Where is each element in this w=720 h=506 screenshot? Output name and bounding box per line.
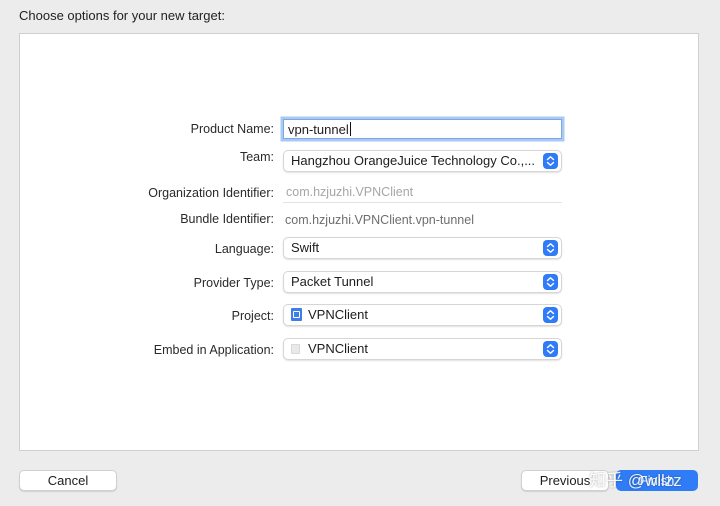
team-value: Hangzhou OrangeJuice Technology Co.,... — [291, 153, 536, 168]
cancel-button[interactable]: Cancel — [19, 470, 117, 491]
chevron-up-down-icon — [543, 307, 558, 323]
text-caret — [349, 122, 351, 136]
embed-in-application-label: Embed in Application: — [153, 343, 274, 357]
project-popup[interactable]: VPNClient — [283, 304, 562, 326]
provider-type-popup[interactable]: Packet Tunnel — [283, 271, 562, 293]
team-label: Team: — [239, 150, 274, 164]
product-name-value: vpn-tunnel — [288, 122, 349, 137]
project-value: VPNClient — [308, 307, 368, 322]
organization-identifier-input[interactable]: com.hzjuzhi.VPNClient — [283, 183, 562, 203]
team-popup[interactable]: Hangzhou OrangeJuice Technology Co.,... — [283, 150, 562, 172]
dialog-title: Choose options for your new target: — [19, 8, 225, 23]
product-name-label: Product Name: — [190, 122, 274, 136]
language-popup[interactable]: Swift — [283, 237, 562, 259]
language-value: Swift — [291, 240, 320, 255]
bundle-identifier-label: Bundle Identifier: — [180, 212, 274, 226]
bundle-identifier-value: com.hzjuzhi.VPNClient.vpn-tunnel — [285, 213, 474, 227]
provider-type-value: Packet Tunnel — [291, 274, 374, 289]
organization-identifier-label: Organization Identifier: — [148, 186, 274, 200]
embed-in-application-popup[interactable]: VPNClient — [283, 338, 562, 360]
watermark: 知乎 @wllzz — [589, 471, 682, 490]
embed-in-application-value: VPNClient — [308, 341, 368, 356]
organization-identifier-placeholder: com.hzjuzhi.VPNClient — [286, 185, 414, 199]
product-name-input[interactable]: vpn-tunnel — [283, 119, 562, 139]
chevron-up-down-icon — [543, 153, 558, 169]
xcode-project-icon — [291, 308, 302, 321]
project-label: Project: — [231, 309, 274, 323]
app-icon — [291, 344, 300, 354]
chevron-up-down-icon — [543, 240, 558, 256]
provider-type-label: Provider Type: — [193, 276, 274, 290]
chevron-up-down-icon — [543, 274, 558, 290]
language-label: Language: — [214, 242, 274, 256]
chevron-up-down-icon — [543, 341, 558, 357]
